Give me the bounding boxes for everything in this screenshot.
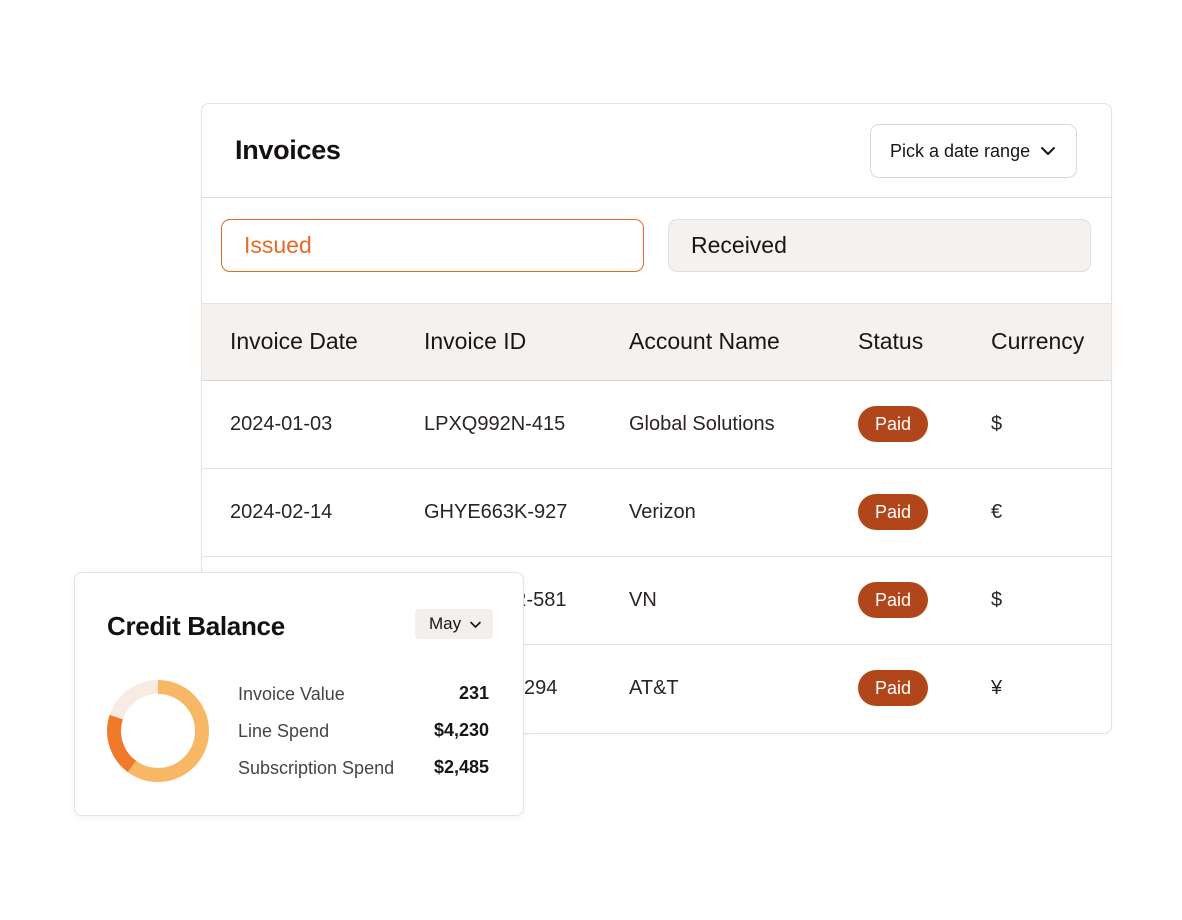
- metric-value-subscription-spend: $2,485: [433, 757, 489, 777]
- metric-label-line-spend: Line Spend: [238, 721, 330, 741]
- cell-account-name: AT&T: [629, 677, 679, 699]
- column-header-invoice-id[interactable]: Invoice ID: [424, 328, 526, 355]
- cell-currency: $: [991, 589, 1003, 611]
- status-badge: Paid: [858, 670, 928, 706]
- metric-label-subscription-spend: Subscription Spend: [238, 758, 395, 778]
- tab-issued[interactable]: Issued: [221, 219, 644, 272]
- invoices-title: Invoices: [235, 135, 341, 165]
- chevron-down-icon: [470, 621, 481, 628]
- credit-balance-card: Credit Balance May Invoice Value 231 Lin…: [74, 572, 524, 816]
- metric-label-invoice-value: Invoice Value: [238, 684, 345, 704]
- cell-invoice-id: GHYE663K-927: [424, 501, 568, 523]
- cell-account-name: VN: [629, 589, 657, 611]
- invoices-header: Invoices Pick a date range: [202, 104, 1111, 198]
- metric-value-invoice-value: 231: [458, 683, 489, 703]
- cell-account-name: Global Solutions: [629, 413, 775, 435]
- tab-issued-label: Issued: [244, 232, 312, 258]
- date-range-button[interactable]: Pick a date range: [870, 124, 1077, 178]
- table-row[interactable]: 2024-01-03 LPXQ992N-415 Global Solutions…: [202, 380, 1111, 469]
- column-header-invoice-date[interactable]: Invoice Date: [230, 328, 358, 355]
- cell-currency: $: [991, 413, 1003, 435]
- date-range-label: Pick a date range: [890, 140, 1031, 161]
- tab-received-label: Received: [691, 232, 787, 258]
- chevron-down-icon: [1041, 147, 1055, 155]
- month-select-label: May: [429, 614, 462, 633]
- cell-currency: €: [991, 501, 1003, 523]
- status-badge: Paid: [858, 582, 928, 618]
- cell-invoice-date: 2024-01-03: [230, 413, 333, 435]
- cell-currency: ¥: [991, 677, 1003, 699]
- cell-account-name: Verizon: [629, 501, 696, 523]
- status-badge: Paid: [858, 406, 928, 442]
- column-header-account-name[interactable]: Account Name: [629, 328, 780, 355]
- status-badge: Paid: [858, 494, 928, 530]
- cell-invoice-id: 294: [524, 677, 558, 699]
- metric-value-line-spend: $4,230: [433, 720, 489, 740]
- credit-balance-title: Credit Balance: [107, 611, 285, 641]
- cell-invoice-date: 2024-02-14: [230, 501, 333, 523]
- column-header-currency[interactable]: Currency: [991, 328, 1084, 355]
- month-select[interactable]: May: [415, 609, 493, 639]
- table-row[interactable]: 2024-02-14 GHYE663K-927 Verizon Paid €: [202, 468, 1111, 557]
- table-header: Invoice Date Invoice ID Account Name Sta…: [202, 303, 1111, 381]
- cell-invoice-id: LPXQ992N-415: [424, 413, 566, 435]
- column-header-status[interactable]: Status: [858, 328, 923, 355]
- tab-received[interactable]: Received: [668, 219, 1091, 272]
- credit-donut-chart: [107, 680, 209, 782]
